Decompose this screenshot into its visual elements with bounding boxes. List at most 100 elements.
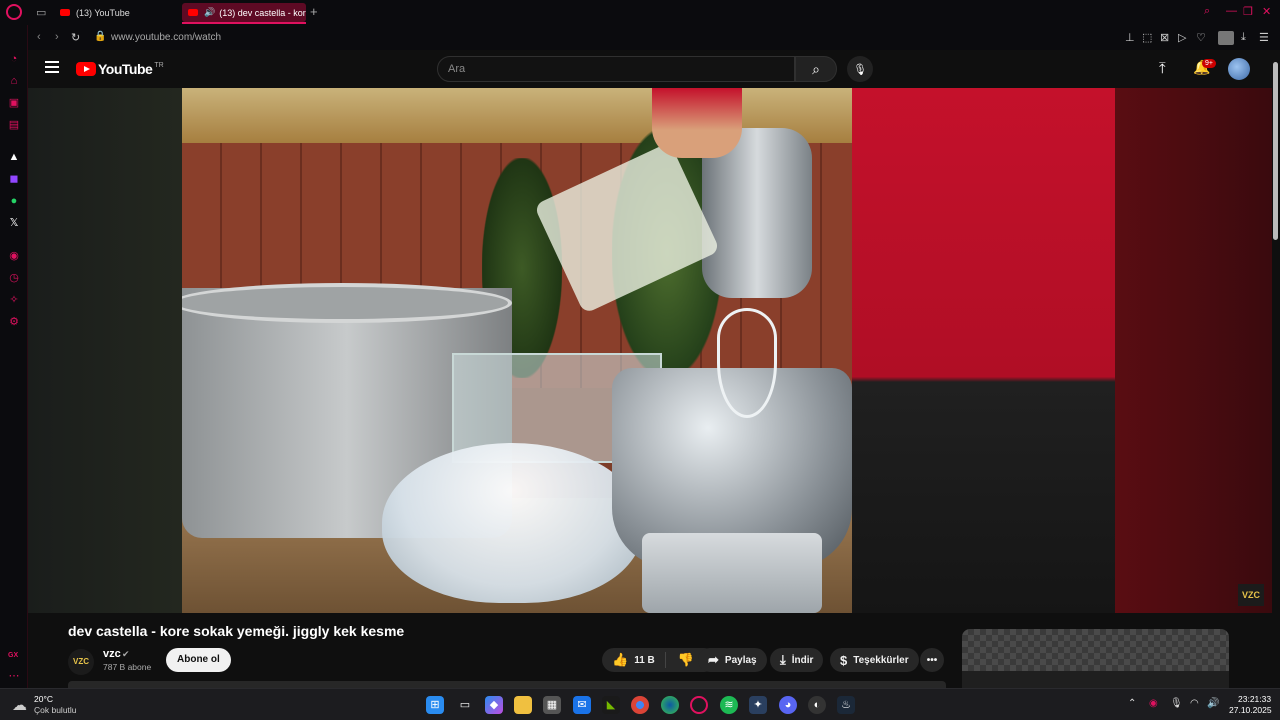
clock-time[interactable]: 23:21:33 bbox=[1238, 694, 1271, 704]
bag-icon[interactable]: ⌂ bbox=[7, 74, 21, 88]
weather-temperature[interactable]: 20°C bbox=[34, 694, 53, 704]
download-arrow-icon: ⤓ bbox=[780, 652, 786, 667]
more-actions-button[interactable]: ••• bbox=[920, 648, 944, 672]
game-launcher-icon[interactable]: ✦ bbox=[749, 696, 767, 714]
mic-tray-icon[interactable]: 🎙 bbox=[1170, 698, 1183, 709]
thumbs-up-icon: 👍 bbox=[612, 652, 629, 667]
region-code: TR bbox=[154, 61, 164, 69]
settings-gear-icon[interactable]: ⚙ bbox=[7, 315, 21, 329]
opera-gx-taskbar-icon[interactable] bbox=[690, 696, 708, 714]
steam-icon[interactable]: ♨ bbox=[837, 696, 855, 714]
notification-badge: 9+ bbox=[1202, 59, 1216, 68]
weather-description[interactable]: Çok bulutlu bbox=[34, 705, 77, 715]
search-box[interactable] bbox=[437, 56, 795, 82]
hamburger-menu-icon[interactable] bbox=[45, 61, 59, 73]
back-icon[interactable]: ‹ bbox=[37, 31, 41, 43]
task-view-icon[interactable]: ▭ bbox=[456, 696, 474, 714]
music-player-icon[interactable]: ◉ bbox=[7, 249, 21, 263]
tab-title: (13) dev castella - kore bbox=[219, 7, 306, 18]
edge-icon[interactable] bbox=[661, 696, 679, 714]
windows-taskbar: ☁ 20°C Çok bulutlu ⊞ ▭ ◆ ▦ ✉ ◣ ≋ ✦ ◕ ◐ ♨… bbox=[0, 688, 1280, 720]
chrome-icon[interactable] bbox=[631, 696, 649, 714]
search-tabs-icon[interactable]: ⌕ bbox=[1204, 5, 1210, 18]
video-frame-person bbox=[852, 88, 1115, 613]
video-title: dev castella - kore sokak yemeği. jiggly… bbox=[68, 623, 405, 639]
more-icon[interactable]: ⋯ bbox=[7, 669, 21, 683]
thanks-button[interactable]: $ Teşekkürler bbox=[830, 648, 919, 672]
whatsapp-icon[interactable]: ● bbox=[7, 194, 21, 208]
twitch-icon[interactable]: ◼ bbox=[7, 172, 21, 186]
weather-cloud-icon[interactable]: ☁ bbox=[12, 696, 27, 714]
nvidia-icon[interactable]: ◣ bbox=[602, 696, 620, 714]
new-tab-button[interactable]: + bbox=[310, 4, 318, 19]
news-icon[interactable]: ▤ bbox=[7, 118, 21, 132]
file-explorer-icon[interactable] bbox=[514, 696, 532, 714]
profile-thumbnail-icon[interactable] bbox=[1218, 31, 1234, 45]
clock-date[interactable]: 27.10.2025 bbox=[1229, 705, 1272, 715]
gx-corner-icon[interactable]: ▣ bbox=[7, 96, 21, 110]
ellipsis-icon: ••• bbox=[926, 654, 938, 666]
like-button[interactable]: 👍 11 B bbox=[602, 652, 666, 668]
microsoft-store-icon[interactable]: ▦ bbox=[543, 696, 561, 714]
pin-icon[interactable]: ⊥ bbox=[1125, 31, 1135, 44]
search-button[interactable]: ⌕ bbox=[795, 56, 837, 82]
heart-icon[interactable]: ♡ bbox=[1196, 31, 1206, 44]
wifi-icon[interactable]: ◠ bbox=[1190, 698, 1199, 709]
copilot-icon[interactable]: ◆ bbox=[485, 696, 503, 714]
gx-control-icon[interactable]: GX bbox=[8, 652, 18, 659]
thumbs-down-icon: 👎 bbox=[677, 652, 694, 667]
user-avatar[interactable] bbox=[1228, 58, 1250, 80]
browser-titlebar: ▭ (13) YouTube 🔊 (13) dev castella - kor… bbox=[0, 0, 1280, 25]
minimize-button[interactable]: — bbox=[1226, 5, 1237, 17]
snapshot-icon[interactable]: ⬚ bbox=[1142, 31, 1152, 44]
url-field[interactable]: www.youtube.com/watch bbox=[111, 32, 221, 43]
easy-setup-icon[interactable]: ☰ bbox=[1259, 31, 1269, 44]
speaker-icon[interactable]: 🔊 bbox=[204, 7, 215, 18]
video-frame-pot-rim bbox=[182, 283, 512, 323]
reload-icon[interactable]: ↻ bbox=[71, 31, 80, 44]
channel-avatar[interactable]: VZC bbox=[68, 649, 94, 675]
youtube-page: YouTube TR ⌕ 🎙 ⤒ 🔔 9+ VZC dev castella bbox=[28, 50, 1272, 688]
volume-icon[interactable]: 🔊 bbox=[1207, 698, 1219, 709]
video-player[interactable] bbox=[182, 88, 1115, 613]
download-icon[interactable]: ⤓ bbox=[1241, 31, 1246, 44]
tray-overflow-icon[interactable]: ⌃ bbox=[1128, 698, 1136, 709]
discord-icon[interactable]: ◕ bbox=[779, 696, 797, 714]
download-label: İndir bbox=[791, 654, 814, 666]
steam-alt-icon[interactable]: ◐ bbox=[808, 696, 826, 714]
player-icon[interactable]: ▷ bbox=[1178, 31, 1186, 44]
x-twitter-icon[interactable]: 𝕏 bbox=[7, 216, 21, 230]
lock-icon[interactable]: 🔒 bbox=[94, 31, 106, 42]
restore-button[interactable]: ❐ bbox=[1243, 5, 1253, 18]
tab-switcher-icon[interactable]: ▭ bbox=[36, 6, 46, 19]
extensions-icon[interactable]: ✧ bbox=[7, 293, 21, 307]
shield-icon[interactable]: ⊠ bbox=[1160, 31, 1169, 44]
close-button[interactable]: ✕ bbox=[1262, 5, 1271, 18]
tab-youtube[interactable]: (13) YouTube bbox=[54, 3, 178, 22]
aria-icon[interactable]: ▲ bbox=[7, 150, 21, 164]
subscribe-button[interactable]: Abone ol bbox=[166, 648, 231, 672]
mail-icon[interactable]: ✉ bbox=[573, 696, 591, 714]
scrollbar-thumb[interactable] bbox=[1273, 62, 1278, 240]
share-button[interactable]: ➦ Paylaş bbox=[698, 648, 767, 672]
history-icon[interactable]: ◷ bbox=[7, 271, 21, 285]
opera-gx-logo-icon[interactable] bbox=[6, 4, 22, 20]
gx-tray-icon[interactable]: ◉ bbox=[1149, 698, 1158, 709]
youtube-logo[interactable]: YouTube TR bbox=[76, 61, 164, 77]
tab-active-video[interactable]: 🔊 (13) dev castella - kore bbox=[182, 3, 306, 22]
related-video-info[interactable] bbox=[962, 671, 1229, 688]
youtube-favicon-icon bbox=[188, 9, 198, 16]
upload-icon[interactable]: ⤒ bbox=[1159, 60, 1166, 77]
speed-dial-icon[interactable]: ◔ bbox=[7, 52, 21, 66]
verified-icon: ✔ bbox=[122, 649, 130, 659]
voice-search-button[interactable]: 🎙 bbox=[847, 56, 873, 82]
forward-icon[interactable]: › bbox=[55, 31, 59, 43]
windows-start-icon[interactable]: ⊞ bbox=[426, 696, 444, 714]
download-button[interactable]: ⤓ İndir bbox=[770, 648, 824, 672]
search-input[interactable] bbox=[448, 63, 778, 75]
spotify-icon[interactable]: ≋ bbox=[720, 696, 738, 714]
channel-name[interactable]: vzc bbox=[103, 648, 121, 660]
microphone-icon: 🎙 bbox=[853, 63, 867, 76]
description-box[interactable] bbox=[68, 681, 946, 688]
channel-watermark[interactable]: VZC bbox=[1238, 584, 1264, 606]
